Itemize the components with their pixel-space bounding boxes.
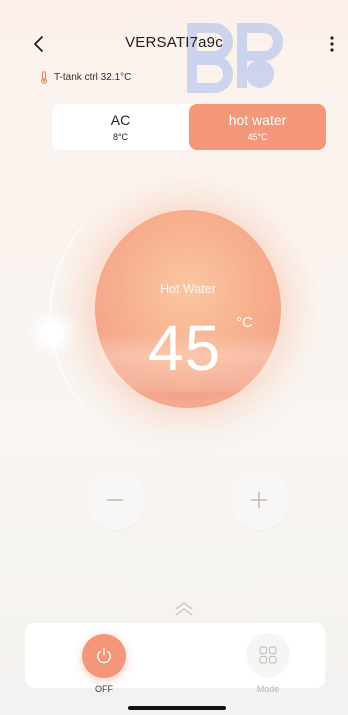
dial-mode-label: Hot Water xyxy=(160,282,216,296)
grid-icon xyxy=(259,646,277,664)
mode-button[interactable] xyxy=(246,633,290,677)
dial-unit: °C xyxy=(236,314,253,331)
ac-mode-label: AC xyxy=(110,111,131,128)
decrease-temperature-button[interactable] xyxy=(85,470,145,530)
home-indicator xyxy=(128,706,226,710)
temperature-orb: Hot Water 45 °C xyxy=(95,210,281,408)
power-button[interactable] xyxy=(82,634,126,678)
tank-status: T-tank ctrl 32.1°C xyxy=(40,71,131,84)
plus-icon xyxy=(251,492,267,508)
mode-segmented-control: AC 8°C hot water 45°C xyxy=(52,104,326,150)
more-vertical-icon xyxy=(330,36,334,52)
page-title: VERSATI7a9c xyxy=(125,34,223,51)
thermometer-icon xyxy=(40,71,48,84)
hot-water-mode-temp: 45°C xyxy=(247,131,268,142)
brand-watermark-icon xyxy=(187,23,283,93)
tank-status-label: T-tank ctrl 32.1°C xyxy=(54,72,132,83)
hot-water-mode-tab[interactable]: hot water 45°C xyxy=(189,104,326,150)
app-header: VERSATI7a9c T-tank ctrl 32.1°C xyxy=(0,0,348,93)
power-label: OFF xyxy=(95,684,113,694)
mode-button-label: Mode xyxy=(256,684,280,694)
ac-mode-temp: 8°C xyxy=(112,131,129,142)
ac-mode-tab[interactable]: AC 8°C xyxy=(52,104,189,150)
power-icon xyxy=(97,647,111,664)
double-chevron-up-icon[interactable] xyxy=(172,600,196,620)
more-menu-button[interactable] xyxy=(326,34,338,54)
temperature-dial: Hot Water 45 °C xyxy=(0,168,348,468)
minus-icon xyxy=(107,499,123,501)
hot-water-mode-label: hot water xyxy=(228,111,287,128)
dial-slider-handle[interactable] xyxy=(40,321,64,345)
dial-temperature: 45 xyxy=(148,312,222,384)
increase-temperature-button[interactable] xyxy=(229,470,289,530)
